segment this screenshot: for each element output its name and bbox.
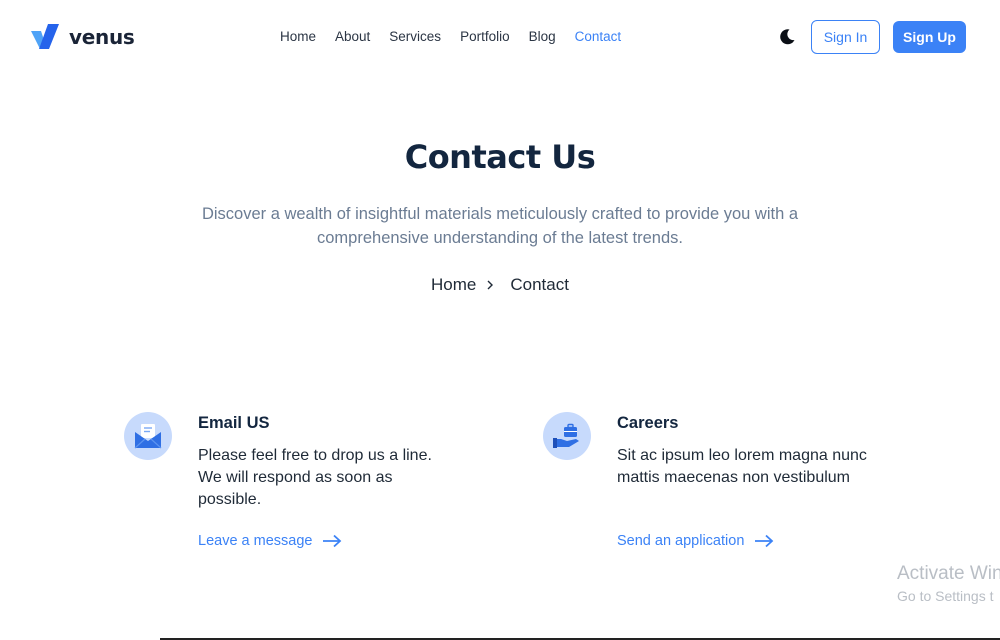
watermark-line-1: Activate Win <box>897 563 1000 584</box>
chevron-right-icon <box>487 280 494 290</box>
site-header: venus Home About Services Portfolio Blog… <box>0 0 1000 75</box>
nav-services[interactable]: Services <box>389 29 441 44</box>
windows-activation-watermark: Activate Win Go to Settings t <box>897 563 1000 604</box>
send-application-link[interactable]: Send an application <box>617 533 774 549</box>
breadcrumb: Home Contact <box>0 275 1000 295</box>
main-nav: Home About Services Portfolio Blog Conta… <box>280 29 621 44</box>
leave-message-link[interactable]: Leave a message <box>198 533 342 549</box>
nav-home[interactable]: Home <box>280 29 316 44</box>
nav-blog[interactable]: Blog <box>529 29 556 44</box>
envelope-icon <box>124 412 172 460</box>
page-subtitle: Discover a wealth of insightful material… <box>201 205 799 247</box>
breadcrumb-home[interactable]: Home <box>431 275 476 295</box>
breadcrumb-current: Contact <box>510 275 569 294</box>
email-card-title: Email US <box>198 414 270 432</box>
sign-up-button[interactable]: Sign Up <box>893 21 966 53</box>
careers-card-title: Careers <box>617 414 679 432</box>
nav-about[interactable]: About <box>335 29 370 44</box>
brand-name: venus <box>69 25 135 49</box>
careers-card-text: Sit ac ipsum leo lorem magna nunc mattis… <box>617 447 867 486</box>
moon-icon[interactable] <box>778 28 796 46</box>
page-title: Contact Us <box>404 138 596 176</box>
email-card-text: Please feel free to drop us a line. We w… <box>198 447 432 508</box>
arrow-right-icon <box>323 534 342 548</box>
nav-contact[interactable]: Contact <box>575 29 622 44</box>
briefcase-hand-icon <box>543 412 591 460</box>
watermark-line-2: Go to Settings t <box>897 588 994 604</box>
nav-portfolio[interactable]: Portfolio <box>460 29 510 44</box>
sign-in-button[interactable]: Sign In <box>811 20 880 54</box>
send-application-label: Send an application <box>617 533 745 549</box>
arrow-right-icon <box>755 534 774 548</box>
leave-message-label: Leave a message <box>198 533 313 549</box>
venus-logo-icon <box>31 24 59 49</box>
logo[interactable]: venus <box>31 24 135 50</box>
